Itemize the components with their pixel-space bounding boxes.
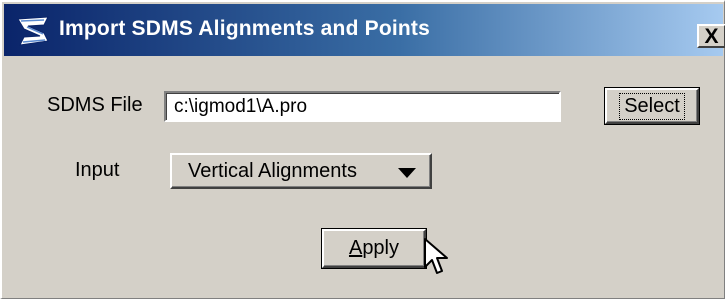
app-logo-icon <box>17 16 49 46</box>
apply-button-label: Apply <box>348 237 400 259</box>
sdms-file-input[interactable] <box>164 91 561 122</box>
sdms-file-label: SDMS File <box>47 94 143 116</box>
input-dropdown[interactable]: Vertical Alignments <box>170 153 432 189</box>
import-sdms-dialog: Import SDMS Alignments and Points X SDMS… <box>0 0 725 299</box>
close-button[interactable]: X <box>697 24 725 48</box>
chevron-down-icon <box>398 168 416 178</box>
mouse-pointer-icon <box>424 238 448 274</box>
apply-button[interactable]: Apply <box>321 228 427 269</box>
select-button-label: Select <box>619 92 685 120</box>
input-dropdown-value: Vertical Alignments <box>188 159 357 182</box>
input-label: Input <box>75 159 120 181</box>
title-bar[interactable]: Import SDMS Alignments and Points X <box>4 4 725 56</box>
window-title: Import SDMS Alignments and Points <box>59 17 431 40</box>
select-button[interactable]: Select <box>604 87 700 125</box>
close-icon: X <box>704 24 719 48</box>
